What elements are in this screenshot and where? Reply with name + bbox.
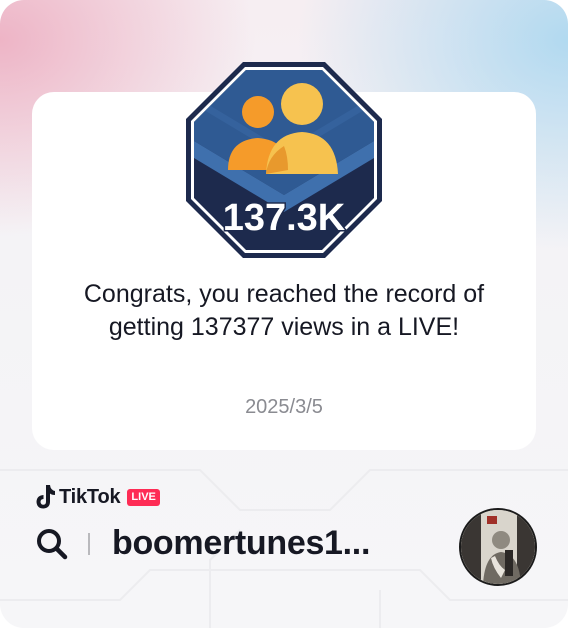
- live-badge: LIVE: [127, 488, 160, 506]
- congrats-text: Congrats, you reached the record of gett…: [83, 280, 485, 341]
- badge-value: 137.3K: [223, 197, 346, 239]
- username[interactable]: boomertunes1...: [112, 524, 370, 563]
- record-date: 2025/3/5: [245, 396, 323, 418]
- search-row: boomertunes1...: [34, 524, 370, 563]
- tiktok-logo-icon: [36, 485, 55, 509]
- search-divider: [88, 532, 90, 555]
- tiktok-live-brand: TikTok LIVE: [34, 484, 160, 510]
- avatar-photo: [461, 510, 535, 584]
- search-icon[interactable]: [34, 526, 70, 562]
- avatar[interactable]: [459, 508, 537, 586]
- brand-name: TikTok: [59, 485, 121, 508]
- congrats-message: Congrats, you reached the record of gett…: [32, 278, 536, 344]
- views-badge: 137.3K: [186, 62, 382, 258]
- milestone-card: 137.3K Congrats, you reached the record …: [0, 0, 568, 628]
